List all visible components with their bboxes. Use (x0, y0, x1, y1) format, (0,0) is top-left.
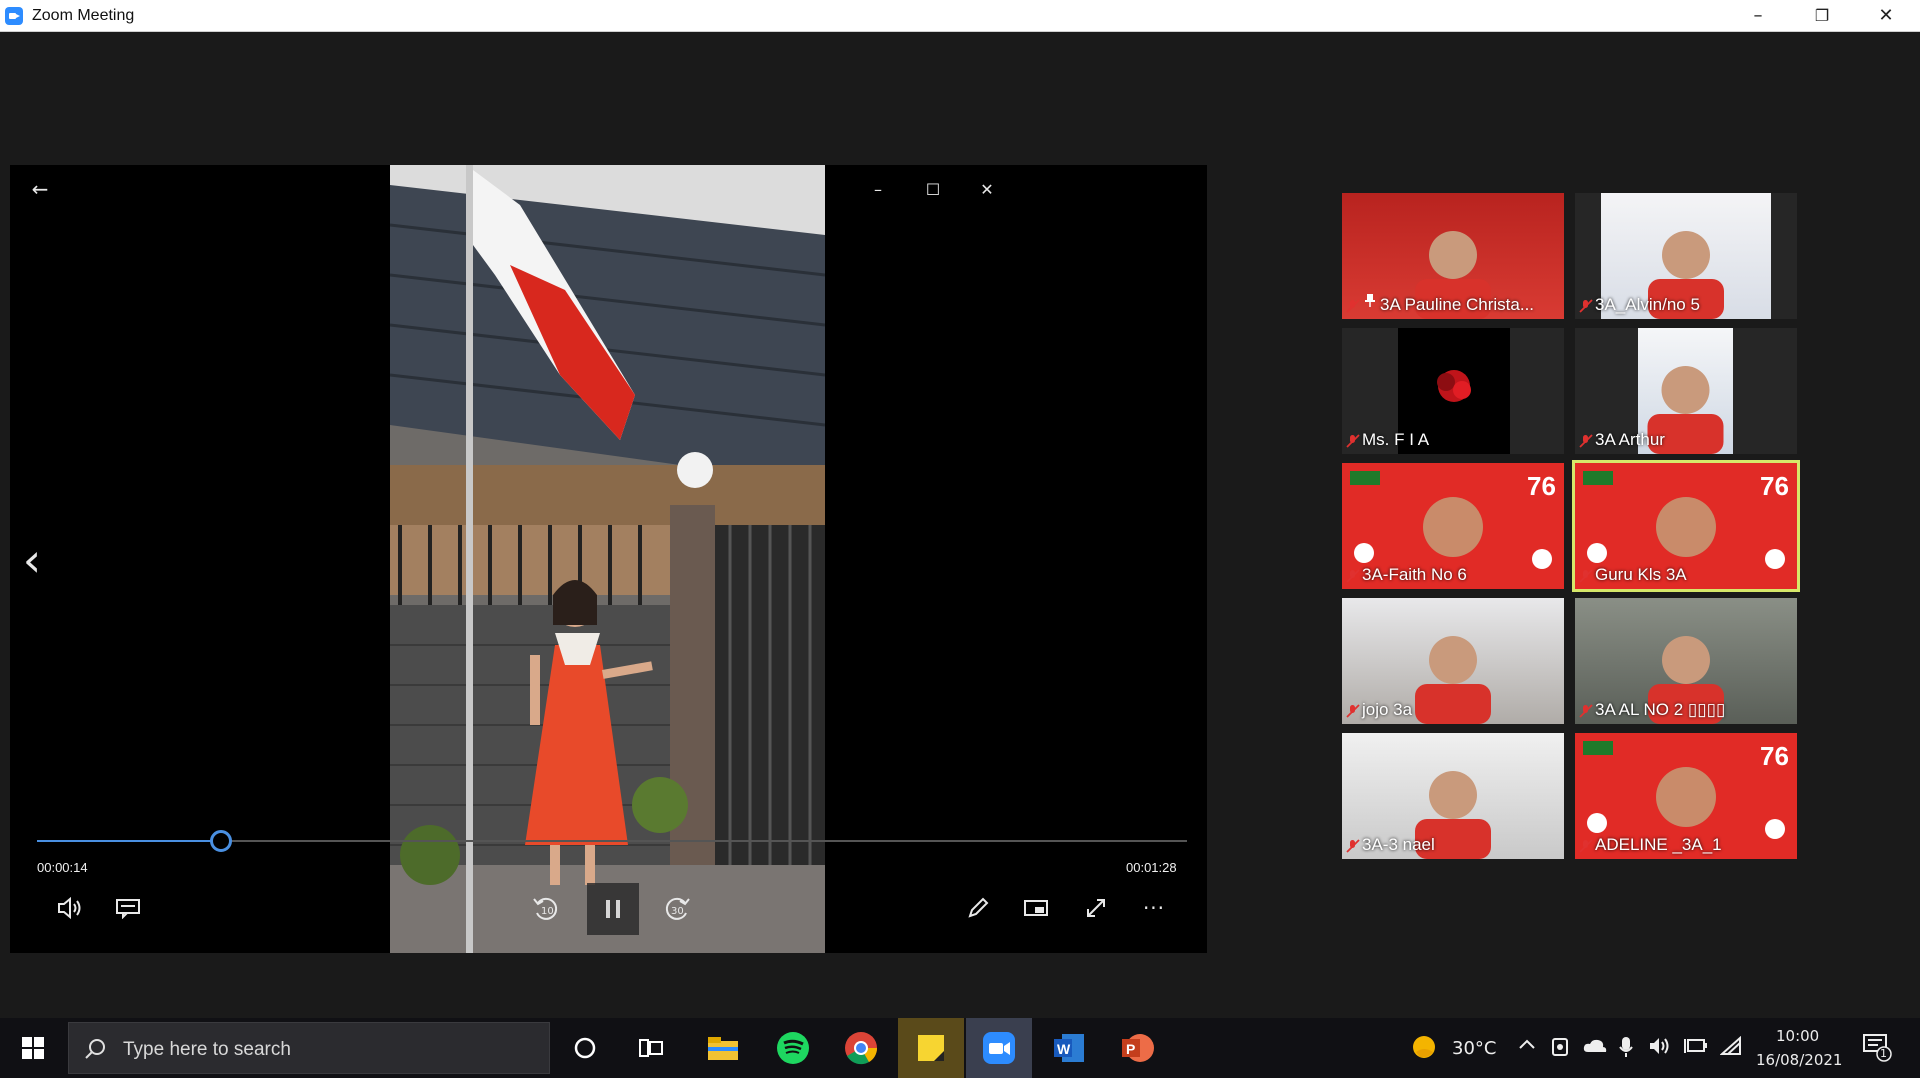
participant-tile[interactable]: 76 Guru Kls 3A (1572, 460, 1800, 592)
player-minimize-button[interactable]: – (863, 175, 893, 203)
meeting-area: ← – ☐ ✕ ‹ 00:00:14 00:01:28 10 30 ··· 3A… (0, 32, 1920, 1018)
participant-tile[interactable]: 3A AL NO 2 ▯▯▯▯ (1575, 598, 1797, 724)
seek-bar-fill (37, 840, 221, 842)
total-time: 00:01:28 (1126, 860, 1177, 875)
wifi-icon[interactable] (1719, 1035, 1742, 1060)
participant-name: 3A_Alvin/no 5 (1595, 295, 1700, 314)
muted-microphone-icon (1579, 839, 1593, 853)
fullscreen-icon[interactable] (1078, 890, 1114, 926)
seek-bar[interactable] (37, 830, 1187, 852)
muted-microphone-icon (1346, 299, 1360, 313)
player-maximize-button[interactable]: ☐ (918, 175, 948, 203)
svg-text:76: 76 (1760, 741, 1789, 771)
participant-name: 3A Pauline Christa... (1380, 295, 1535, 314)
clock-time[interactable]: 10:00 (1776, 1027, 1819, 1045)
title-bar: Zoom Meeting – ❐ ✕ (0, 0, 1920, 32)
video-frame[interactable] (390, 165, 825, 953)
taskbar-search-box[interactable]: Type here to search (68, 1022, 550, 1074)
svg-text:76: 76 (1527, 471, 1556, 501)
participant-tile[interactable]: 3A Pauline Christa... (1342, 193, 1564, 319)
skip-forward-30-icon[interactable]: 30 (658, 890, 696, 928)
windows-start-icon[interactable] (0, 1018, 66, 1078)
minimize-window-button[interactable]: – (1728, 0, 1788, 30)
svg-text:W: W (1057, 1041, 1071, 1057)
participant-tile[interactable]: 3A Arthur (1575, 328, 1797, 454)
muted-microphone-icon (1346, 434, 1360, 448)
microphone-icon[interactable] (1618, 1035, 1634, 1063)
word-icon[interactable]: W (1036, 1018, 1102, 1078)
participant-tile[interactable]: 3A_Alvin/no 5 (1575, 193, 1797, 319)
shared-video-player[interactable]: ← – ☐ ✕ ‹ 00:00:14 00:01:28 10 30 ··· (10, 165, 1207, 953)
notifications-icon[interactable] (1862, 1032, 1892, 1066)
weather-temperature[interactable]: 30°C (1452, 1038, 1496, 1059)
speaker-volume-icon[interactable] (1648, 1036, 1672, 1060)
weather-icon[interactable] (1411, 1034, 1437, 1064)
participant-tile[interactable]: 76 ADELINE _3A_1 (1575, 733, 1797, 859)
windows-taskbar: Type here to search W P 30°C 10:00 16/08… (0, 1018, 1920, 1078)
participant-name: 3A-3 nael (1362, 835, 1435, 854)
pin-icon (1364, 293, 1376, 312)
pause-icon (606, 900, 620, 918)
show-hidden-icons-chevron-up-icon[interactable] (1518, 1036, 1536, 1055)
muted-microphone-icon (1579, 434, 1593, 448)
muted-microphone-icon (1579, 299, 1593, 313)
participant-tile[interactable]: jojo 3a (1342, 598, 1564, 724)
search-icon (85, 1039, 105, 1059)
participant-tile[interactable]: 3A-3 nael (1342, 733, 1564, 859)
task-view-icon[interactable] (618, 1018, 684, 1078)
participant-name: Guru Kls 3A (1595, 565, 1687, 584)
zoom-app-icon (5, 7, 23, 25)
close-window-button[interactable]: ✕ (1856, 0, 1916, 30)
chrome-icon[interactable] (828, 1018, 894, 1078)
participant-name: 3A-Faith No 6 (1362, 565, 1467, 584)
pause-button[interactable] (587, 883, 639, 935)
sticky-notes-icon[interactable] (898, 1018, 964, 1078)
previous-item-button[interactable]: ‹ (16, 533, 48, 587)
participant-name: ADELINE _3A_1 (1595, 835, 1722, 854)
volume-icon[interactable] (52, 890, 88, 926)
participant-name: jojo 3a (1362, 700, 1413, 719)
file-explorer-icon[interactable] (690, 1018, 756, 1078)
edit-pencil-icon[interactable] (960, 890, 996, 926)
mini-view-icon[interactable] (1018, 890, 1054, 926)
subtitles-icon[interactable] (110, 890, 146, 926)
powerpoint-icon[interactable]: P (1104, 1018, 1170, 1078)
svg-text:76: 76 (1760, 471, 1789, 501)
onedrive-cloud-icon[interactable] (1582, 1036, 1608, 1060)
participant-tile[interactable]: 76 3A-Faith No 6 (1342, 463, 1564, 589)
video-scene-image (390, 165, 825, 953)
restore-window-button[interactable]: ❐ (1792, 0, 1852, 30)
zoom-taskbar-icon[interactable] (966, 1018, 1032, 1078)
muted-microphone-icon (1579, 569, 1593, 583)
participant-name: Ms. F I A (1362, 430, 1430, 449)
muted-microphone-icon (1346, 704, 1360, 718)
back-arrow-icon[interactable]: ← (26, 175, 54, 203)
svg-text:10: 10 (541, 906, 554, 917)
meet-now-icon[interactable] (1550, 1036, 1570, 1062)
current-time: 00:00:14 (37, 860, 88, 875)
participant-tile[interactable]: Ms. F I A (1342, 328, 1564, 454)
search-placeholder: Type here to search (123, 1039, 291, 1060)
clock-date[interactable]: 16/08/2021 (1756, 1051, 1842, 1069)
muted-microphone-icon (1346, 569, 1360, 583)
player-close-button[interactable]: ✕ (972, 175, 1002, 203)
skip-back-10-icon[interactable]: 10 (527, 890, 565, 928)
svg-text:P: P (1126, 1041, 1135, 1057)
participant-name: 3A AL NO 2 ▯▯▯▯ (1595, 700, 1726, 719)
muted-microphone-icon (1579, 704, 1593, 718)
svg-text:30: 30 (671, 906, 684, 917)
muted-microphone-icon (1346, 839, 1360, 853)
seek-handle[interactable] (210, 830, 232, 852)
spotify-icon[interactable] (760, 1018, 826, 1078)
battery-icon[interactable] (1684, 1037, 1708, 1059)
window-title: Zoom Meeting (32, 7, 135, 24)
notification-count: 1 (1880, 1047, 1887, 1060)
participant-name: 3A Arthur (1595, 430, 1665, 449)
more-options-button[interactable]: ··· (1136, 890, 1172, 926)
cortana-icon[interactable] (552, 1018, 618, 1078)
